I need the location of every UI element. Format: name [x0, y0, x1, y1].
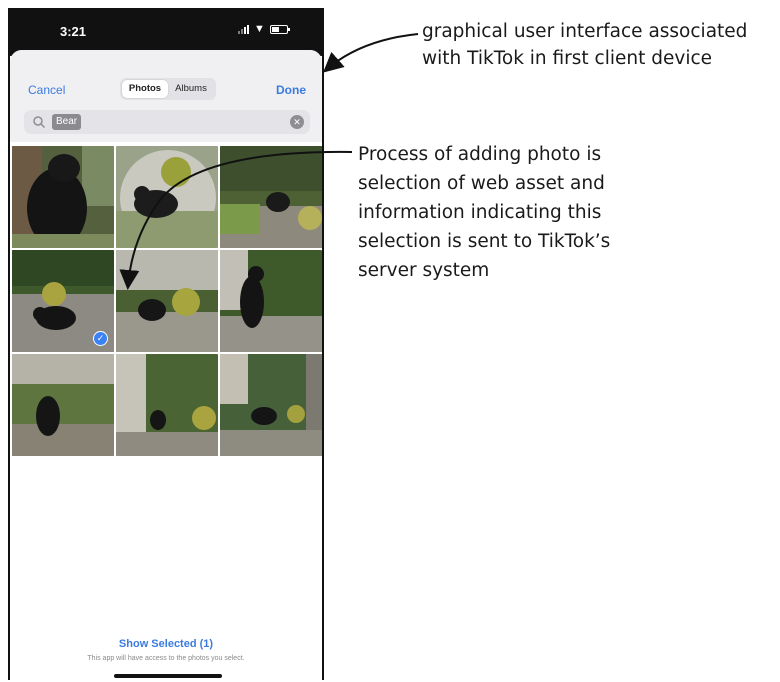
tab-photos[interactable]: Photos [122, 80, 168, 98]
bear-photo-image [220, 354, 322, 456]
home-indicator [114, 674, 222, 678]
photo-thumbnail[interactable] [116, 354, 218, 456]
photo-thumbnail[interactable] [220, 354, 322, 456]
photo-thumbnail[interactable] [12, 354, 114, 456]
bear-photo-image [220, 250, 322, 352]
bear-photo-image [12, 146, 114, 248]
gui-arrow [322, 33, 419, 73]
signal-icon [238, 24, 249, 34]
status-icons: ▼ [238, 23, 290, 35]
photo-thumbnail[interactable] [220, 250, 322, 352]
battery-icon [269, 24, 290, 34]
photo-grid: ✓ [12, 146, 322, 458]
photo-thumbnail[interactable] [220, 146, 322, 248]
search-icon [33, 116, 46, 129]
bear-photo-image [116, 250, 218, 352]
photo-thumbnail[interactable] [116, 250, 218, 352]
bear-photo-image [220, 146, 322, 248]
phone-frame: 3:21 ▼ Cancel Photos Albums Done Bear ✕ [8, 8, 324, 680]
tab-albums[interactable]: Albums [168, 80, 214, 98]
bear-photo-image [12, 354, 114, 456]
done-button[interactable]: Done [276, 83, 306, 97]
search-query-token[interactable]: Bear [52, 114, 82, 130]
bear-photo-image [116, 354, 218, 456]
status-bar: 3:21 ▼ [10, 8, 322, 56]
gui-annotation: graphical user interface associated with… [422, 21, 748, 69]
photo-thumbnail[interactable] [12, 146, 114, 248]
selected-checkmark-icon[interactable]: ✓ [93, 331, 108, 346]
source-segmented-control: Photos Albums [120, 78, 216, 100]
wifi-icon: ▼ [254, 23, 265, 35]
photo-thumbnail[interactable] [116, 146, 218, 248]
search-input[interactable]: Bear ✕ [24, 110, 310, 134]
clear-search-icon[interactable]: ✕ [290, 115, 304, 129]
access-note: This app will have access to the photos … [87, 655, 245, 662]
bear-photo-image [116, 146, 218, 248]
status-time: 3:21 [60, 24, 87, 39]
picker-header: Cancel Photos Albums Done Bear ✕ [10, 50, 322, 142]
process-annotation: Process of adding photo is selection of … [358, 144, 611, 281]
photo-thumbnail[interactable]: ✓ [12, 250, 114, 352]
show-selected-button[interactable]: Show Selected (1) [10, 638, 322, 650]
photo-picker-sheet: Cancel Photos Albums Done Bear ✕ ✓ Show … [10, 50, 322, 680]
cancel-button[interactable]: Cancel [28, 83, 65, 97]
